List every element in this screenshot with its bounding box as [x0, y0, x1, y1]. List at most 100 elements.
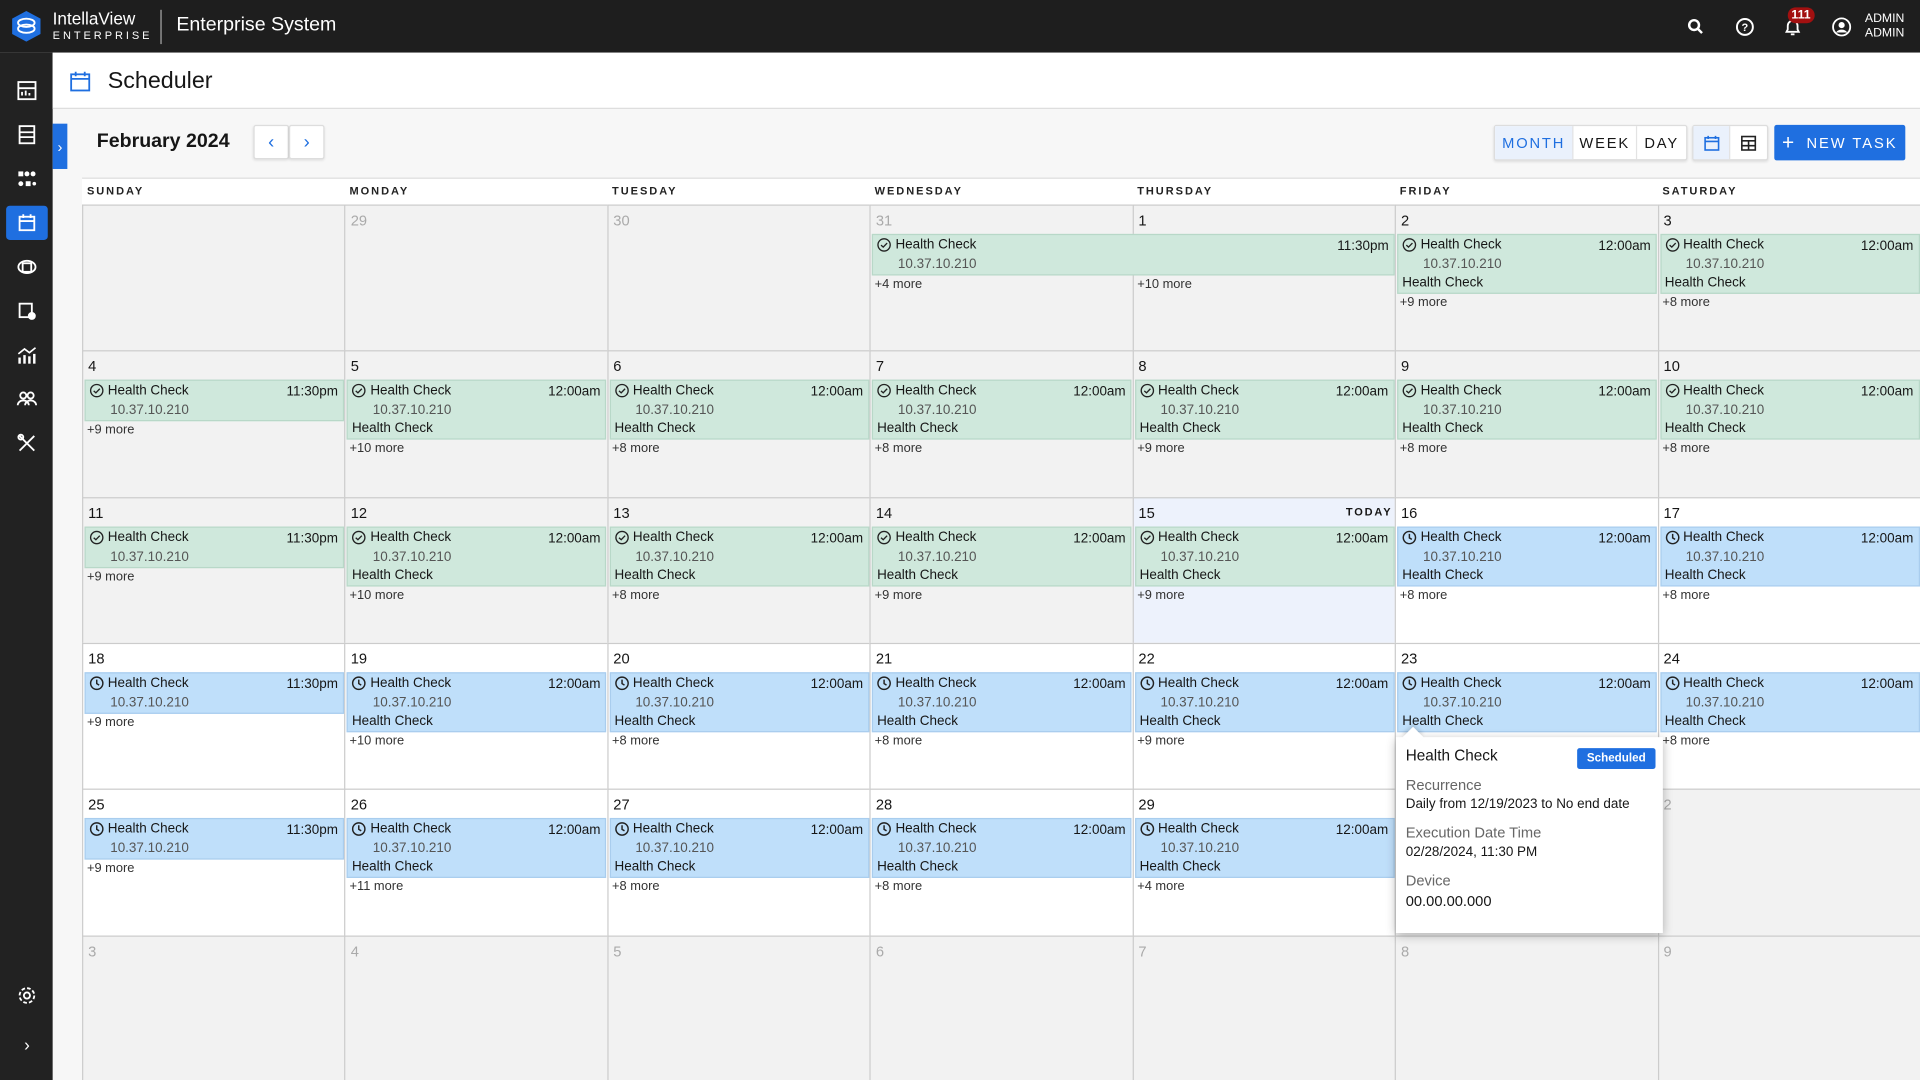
event-chip[interactable]: Health Check 12:00am 10.37.10.210 Health Ch…: [1134, 379, 1395, 440]
event-chip[interactable]: Health Check 12:00am 10.37.10.210 Health Ch…: [1134, 672, 1395, 733]
day-cell[interactable]: 19 Health Check 12:00am 10.37.10.210 Health …: [344, 642, 608, 790]
event-chip[interactable]: Health Check 12:00am 10.37.10.210 Health Ch…: [609, 672, 870, 733]
day-cell[interactable]: 6: [869, 934, 1133, 1080]
more-events-link[interactable]: +8 more: [875, 441, 923, 456]
sidebar-item-devices[interactable]: [6, 118, 48, 152]
more-events-link[interactable]: +9 more: [87, 715, 135, 730]
day-cell[interactable]: 16 Health Check 12:00am 10.37.10.210 Health …: [1394, 496, 1658, 643]
event-chip[interactable]: Health Check 11:30pm 10.37.10.210: [84, 672, 345, 714]
more-events-link[interactable]: +8 more: [1400, 587, 1448, 602]
prev-month-button[interactable]: ‹: [253, 124, 289, 160]
event-chip[interactable]: Health Check 12:00am 10.37.10.210 Health Ch…: [347, 526, 607, 587]
day-cell[interactable]: 27 Health Check 12:00am 10.37.10.210 Health …: [607, 788, 870, 936]
day-cell[interactable]: 2 Health Check 12:00am 10.37.10.210 Health C…: [1394, 204, 1658, 351]
sidebar-item-tools[interactable]: [6, 426, 48, 460]
more-events-link[interactable]: +9 more: [1137, 441, 1185, 456]
event-chip[interactable]: Health Check 12:00am 10.37.10.210 Health Ch…: [1134, 818, 1395, 879]
more-events-link[interactable]: +4 more: [1137, 879, 1185, 894]
sidebar-item-analytics[interactable]: [6, 338, 48, 372]
day-cell[interactable]: 9: [1657, 934, 1920, 1080]
more-events-link[interactable]: +8 more: [1400, 441, 1448, 456]
more-events-link[interactable]: +10 more: [1137, 277, 1192, 292]
more-events-link[interactable]: +4 more: [875, 277, 923, 292]
more-events-link[interactable]: +9 more: [87, 423, 135, 438]
more-events-link[interactable]: +10 more: [349, 733, 404, 748]
more-events-link[interactable]: +9 more: [87, 569, 135, 584]
event-chip[interactable]: Health Check 12:00am 10.37.10.210 Health Ch…: [872, 818, 1132, 879]
event-chip[interactable]: Health Check 12:00am 10.37.10.210 Health Ch…: [1397, 379, 1657, 440]
more-events-link[interactable]: +9 more: [1137, 587, 1185, 602]
sidebar-item-dashboard[interactable]: [6, 73, 48, 107]
calendar-layout-button[interactable]: [1693, 126, 1731, 160]
day-cell[interactable]: 29: [344, 204, 608, 351]
view-week-button[interactable]: WEEK: [1573, 126, 1638, 160]
day-cell[interactable]: 7: [1132, 934, 1395, 1080]
day-cell[interactable]: 2: [1657, 788, 1920, 936]
table-layout-button[interactable]: [1730, 126, 1767, 159]
day-cell[interactable]: 8: [1394, 934, 1658, 1080]
day-cell[interactable]: 7 Health Check 12:00am 10.37.10.210 Health C…: [869, 350, 1133, 497]
more-events-link[interactable]: +8 more: [1662, 587, 1710, 602]
more-events-link[interactable]: +8 more: [875, 879, 923, 894]
event-chip[interactable]: Health Check 12:00am 10.37.10.210 Health Ch…: [609, 818, 870, 879]
more-events-link[interactable]: +8 more: [1662, 733, 1710, 748]
more-events-link[interactable]: +8 more: [612, 441, 660, 456]
event-chip[interactable]: Health Check 12:00am 10.37.10.210 Health Ch…: [872, 672, 1132, 733]
day-cell[interactable]: 15 TODAY Health Check 12:00am 10.37.10.210 He…: [1132, 496, 1395, 643]
view-day-button[interactable]: DAY: [1637, 126, 1686, 159]
search-icon[interactable]: [1685, 16, 1707, 38]
day-cell[interactable]: 28 Health Check 12:00am 10.37.10.210 Health …: [869, 788, 1133, 936]
day-cell[interactable]: 5: [607, 934, 870, 1080]
more-events-link[interactable]: +8 more: [612, 733, 660, 748]
more-events-link[interactable]: +9 more: [87, 861, 135, 876]
day-cell[interactable]: 14 Health Check 12:00am 10.37.10.210 Health …: [869, 496, 1133, 643]
help-icon[interactable]: ?: [1734, 16, 1756, 38]
event-chip[interactable]: Health Check 12:00am 10.37.10.210 Health Ch…: [1397, 526, 1657, 587]
event-chip[interactable]: Health Check 12:00am 10.37.10.210 Health Ch…: [1659, 233, 1920, 294]
day-cell[interactable]: 3 Health Check 12:00am 10.37.10.210 Health C…: [1657, 204, 1920, 351]
day-cell[interactable]: 9 Health Check 12:00am 10.37.10.210 Health C…: [1394, 350, 1658, 497]
next-month-button[interactable]: ›: [288, 124, 325, 160]
event-chip[interactable]: Health Check 12:00am 10.37.10.210 Health Ch…: [872, 526, 1132, 587]
more-events-link[interactable]: +9 more: [1400, 295, 1448, 310]
day-cell[interactable]: 10 Health Check 12:00am 10.37.10.210 Health …: [1657, 350, 1920, 497]
more-events-link[interactable]: +9 more: [875, 587, 923, 602]
event-chip[interactable]: Health Check 12:00am 10.37.10.210 Health Ch…: [1134, 526, 1395, 587]
new-task-button[interactable]: + NEW TASK: [1774, 124, 1906, 161]
user-menu[interactable]: ADMIN ADMIN: [1865, 12, 1904, 41]
view-month-button[interactable]: MONTH: [1495, 126, 1574, 160]
event-chip[interactable]: Health Check 11:30pm 10.37.10.210: [84, 526, 345, 568]
more-events-link[interactable]: +11 more: [349, 879, 403, 894]
event-chip[interactable]: Health Check 12:00am 10.37.10.210 Health Ch…: [347, 672, 607, 733]
sidebar-item-device-settings[interactable]: [6, 294, 48, 328]
panel-toggle-button[interactable]: ›: [52, 123, 68, 169]
day-cell[interactable]: 5 Health Check 12:00am 10.37.10.210 Health C…: [344, 350, 608, 497]
more-events-link[interactable]: +8 more: [1662, 441, 1710, 456]
day-cell[interactable]: 11 Health Check 11:30pm 10.37.10.210 +9 more: [82, 496, 345, 643]
sidebar-item-topology[interactable]: [6, 162, 48, 196]
day-cell[interactable]: 4: [344, 934, 608, 1080]
sidebar-item-users[interactable]: [6, 382, 48, 416]
event-chip[interactable]: Health Check 12:00am 10.37.10.210 Health Ch…: [1397, 672, 1657, 733]
event-chip[interactable]: Health Check 12:00am 10.37.10.210 Health Ch…: [347, 818, 607, 879]
more-events-link[interactable]: +10 more: [349, 441, 404, 456]
more-events-link[interactable]: +8 more: [612, 879, 660, 894]
day-cell[interactable]: 3: [82, 934, 345, 1080]
day-cell[interactable]: 17 Health Check 12:00am 10.37.10.210 Health …: [1657, 496, 1920, 643]
day-cell[interactable]: 24 Health Check 12:00am 10.37.10.210 Health …: [1657, 642, 1920, 790]
more-events-link[interactable]: +9 more: [1137, 733, 1185, 748]
event-chip[interactable]: Health Check 12:00am 10.37.10.210 Health Ch…: [1659, 526, 1920, 587]
day-cell[interactable]: 12 Health Check 12:00am 10.37.10.210 Health …: [344, 496, 608, 643]
day-cell[interactable]: 8 Health Check 12:00am 10.37.10.210 Health C…: [1132, 350, 1395, 497]
event-chip[interactable]: Health Check 12:00am 10.37.10.210 Health Ch…: [1659, 379, 1920, 440]
event-chip[interactable]: Health Check 12:00am 10.37.10.210 Health Ch…: [872, 379, 1132, 440]
more-events-link[interactable]: +8 more: [612, 587, 660, 602]
more-events-link[interactable]: +8 more: [1662, 295, 1710, 310]
day-cell[interactable]: 29 Health Check 12:00am 10.37.10.210 Health …: [1132, 788, 1395, 936]
sidebar-item-settings[interactable]: [6, 978, 48, 1012]
event-chip[interactable]: Health Check 11:30pm 10.37.10.210: [84, 818, 345, 860]
day-cell[interactable]: 20 Health Check 12:00am 10.37.10.210 Health …: [607, 642, 870, 790]
day-cell[interactable]: 31 Health Check 11:30pm 10.37.10.210 +4 more: [869, 204, 1395, 351]
day-cell[interactable]: 13 Health Check 12:00am 10.37.10.210 Health …: [607, 496, 870, 643]
event-chip[interactable]: Health Check 12:00am 10.37.10.210 Health Ch…: [609, 379, 870, 440]
